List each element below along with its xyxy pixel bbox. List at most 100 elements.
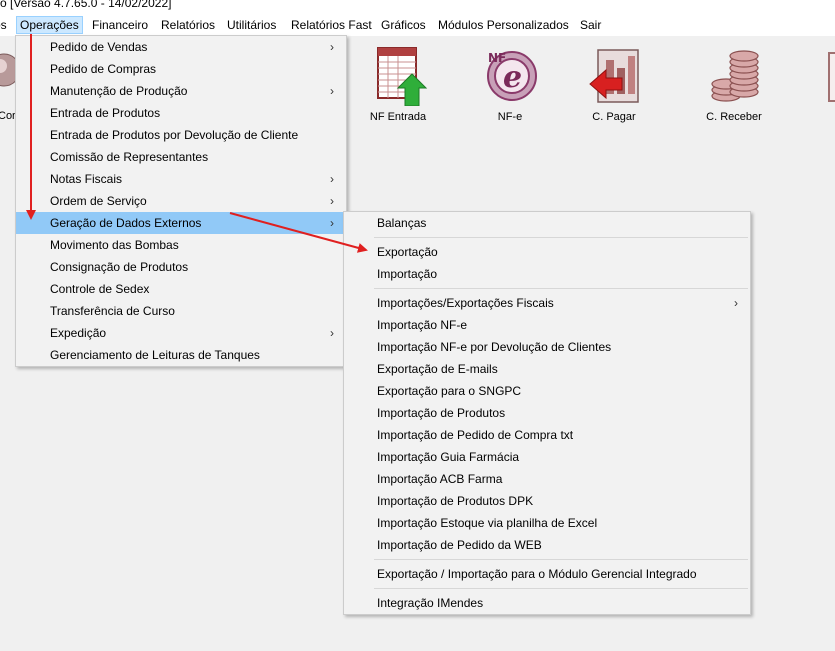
menu-item-controle-sedex[interactable]: Controle de Sedex <box>16 278 346 300</box>
tool-nf-entrada[interactable]: NF Entrada <box>358 44 438 123</box>
menu-item-label: Notas Fiscais <box>50 172 123 186</box>
submenu-arrow-icon: › <box>330 326 334 340</box>
tool-nf-entrada-label: NF Entrada <box>369 111 427 123</box>
menu-item-label: Importação de Pedido da WEB <box>377 538 542 552</box>
menu-item-label: Importação NF-e <box>377 318 468 332</box>
geracao-dados-externos-submenu: Balanças Exportação Importação Importaçõ… <box>343 211 751 615</box>
title-bar: o [Versão 4.7.65.0 - 14/02/2022] <box>0 0 835 14</box>
menu-item-ordem-servico[interactable]: Ordem de Serviço › <box>16 190 346 212</box>
submenu-item-exportacao[interactable]: Exportação <box>344 241 750 263</box>
menu-sair[interactable]: Sair <box>577 16 604 34</box>
submenu-item-fiscais[interactable]: Importações/Exportações Fiscais › <box>344 292 750 314</box>
menu-item-label: Exportação <box>377 245 438 259</box>
submenu-item-importacao[interactable]: Importação <box>344 263 750 285</box>
submenu-item-exportacao-emails[interactable]: Exportação de E-mails <box>344 358 750 380</box>
nf-entrada-icon <box>368 44 428 107</box>
menu-modulos-personalizados[interactable]: Módulos Personalizados <box>435 16 572 34</box>
menu-item-consignacao[interactable]: Consignação de Produtos <box>16 256 346 278</box>
menu-item-label: Importação NF-e por Devolução de Cliente… <box>377 340 612 354</box>
menu-item-label: Controle de Sedex <box>50 282 150 296</box>
menu-item-comissao[interactable]: Comissão de Representantes <box>16 146 346 168</box>
submenu-arrow-icon: › <box>330 40 334 54</box>
tool-contas-pagar-label: C. Pagar <box>592 111 636 123</box>
tool-nfe[interactable]: e NF NF-e <box>470 44 550 123</box>
menu-item-label: Exportação de E-mails <box>377 362 498 376</box>
menu-relatorios-fast[interactable]: Relatórios Fast <box>288 16 375 34</box>
submenu-arrow-icon: › <box>330 172 334 186</box>
contas-pagar-icon <box>584 44 644 106</box>
menu-item-label: Pedido de Vendas <box>50 40 148 54</box>
menu-item-expedicao[interactable]: Expedição › <box>16 322 346 344</box>
partial-right-tool-icon[interactable] <box>828 52 835 102</box>
menu-item-label: Geração de Dados Externos <box>50 216 202 230</box>
menu-item-label: Entrada de Produtos <box>50 106 161 120</box>
menu-item-leituras-tanques[interactable]: Gerenciamento de Leituras de Tanques <box>16 344 346 366</box>
menu-separator <box>344 556 750 563</box>
submenu-item-imendes[interactable]: Integração IMendes <box>344 592 750 614</box>
menu-item-label: Consignação de Produtos <box>50 260 189 274</box>
submenu-item-importacao-nfe-devolucao[interactable]: Importação NF-e por Devolução de Cliente… <box>344 336 750 358</box>
menu-financeiro[interactable]: Financeiro <box>89 16 151 34</box>
menu-operacoes[interactable]: Operações <box>16 16 83 34</box>
menu-separator <box>344 285 750 292</box>
menu-item-label: Gerenciamento de Leituras de Tanques <box>50 348 260 362</box>
submenu-arrow-icon: › <box>734 296 738 310</box>
menu-item-geracao-dados-externos[interactable]: Geração de Dados Externos › <box>16 212 346 234</box>
menu-item-label: Comissão de Representantes <box>50 150 209 164</box>
tool-contas-pagar[interactable]: C. Pagar <box>574 44 654 123</box>
operacoes-menu: Pedido de Vendas › Pedido de Compras Manu… <box>15 35 347 367</box>
submenu-item-importacao-pedido-txt[interactable]: Importação de Pedido de Compra txt <box>344 424 750 446</box>
menu-item-label: Exportação para o SNGPC <box>377 384 522 398</box>
submenu-item-modulo-gerencial[interactable]: Exportação / Importação para o Módulo Ge… <box>344 563 750 585</box>
menu-item-label: Importação Estoque via planilha de Excel <box>377 516 598 530</box>
menu-item-notas-fiscais[interactable]: Notas Fiscais › <box>16 168 346 190</box>
svg-text:e: e <box>503 60 522 95</box>
window-title: o [Versão 4.7.65.0 - 14/02/2022] <box>0 0 172 10</box>
menu-bar: os Operações Financeiro Relatórios Utili… <box>0 14 835 36</box>
submenu-arrow-icon: › <box>330 84 334 98</box>
menu-item-label: Importações/Exportações Fiscais <box>377 296 554 310</box>
menu-item-pedido-compras[interactable]: Pedido de Compras <box>16 58 346 80</box>
menu-graficos[interactable]: Gráficos <box>378 16 429 34</box>
menu-item-label: Importação de Produtos DPK <box>377 494 534 508</box>
submenu-item-balancas[interactable]: Balanças <box>344 212 750 234</box>
submenu-arrow-icon: › <box>330 216 334 230</box>
submenu-item-estoque-excel[interactable]: Importação Estoque via planilha de Excel <box>344 512 750 534</box>
submenu-item-exportacao-sngpc[interactable]: Exportação para o SNGPC <box>344 380 750 402</box>
submenu-item-importacao-produtos[interactable]: Importação de Produtos <box>344 402 750 424</box>
svg-text:NF: NF <box>488 51 506 65</box>
menu-item-transferencia-curso[interactable]: Transferência de Curso <box>16 300 346 322</box>
tool-contas-receber[interactable]: C. Receber <box>694 44 774 123</box>
submenu-item-acb-farma[interactable]: Importação ACB Farma <box>344 468 750 490</box>
menu-item-pedido-vendas[interactable]: Pedido de Vendas › <box>16 36 346 58</box>
menu-item-label: Integração IMendes <box>377 596 484 610</box>
submenu-item-pedido-web[interactable]: Importação de Pedido da WEB <box>344 534 750 556</box>
nfe-icon: e NF <box>480 44 540 106</box>
menu-item-label: Entrada de Produtos por Devolução de Cli… <box>50 128 299 142</box>
menu-item-movimento-bombas[interactable]: Movimento das Bombas <box>16 234 346 256</box>
tool-nfe-label: NF-e <box>497 111 523 123</box>
menu-item-label: Balanças <box>377 216 427 230</box>
menu-item-label: Importação Guia Farmácia <box>377 450 520 464</box>
menu-partial[interactable]: os <box>0 16 10 34</box>
menu-item-label: Movimento das Bombas <box>50 238 179 252</box>
menu-item-label: Expedição <box>50 326 107 340</box>
menu-separator <box>344 585 750 592</box>
menu-item-manutencao-producao[interactable]: Manutenção de Produção › <box>16 80 346 102</box>
submenu-item-guia-farmacia[interactable]: Importação Guia Farmácia <box>344 446 750 468</box>
menu-item-entrada-produtos[interactable]: Entrada de Produtos <box>16 102 346 124</box>
contas-receber-icon <box>704 44 764 106</box>
menu-item-label: Exportação / Importação para o Módulo Ge… <box>377 567 697 581</box>
submenu-item-produtos-dpk[interactable]: Importação de Produtos DPK <box>344 490 750 512</box>
menu-item-label: Pedido de Compras <box>50 62 157 76</box>
submenu-arrow-icon: › <box>330 194 334 208</box>
tool-contas-receber-label: C. Receber <box>706 111 762 123</box>
menu-item-label: Importação de Produtos <box>377 406 506 420</box>
menu-relatorios[interactable]: Relatórios <box>158 16 218 34</box>
menu-item-label: Importação de Pedido de Compra txt <box>377 428 574 442</box>
menu-item-entrada-devolucao[interactable]: Entrada de Produtos por Devolução de Cli… <box>16 124 346 146</box>
menu-item-label: Transferência de Curso <box>50 304 175 318</box>
menu-item-label: Ordem de Serviço <box>50 194 147 208</box>
submenu-item-importacao-nfe[interactable]: Importação NF-e <box>344 314 750 336</box>
menu-utilitarios[interactable]: Utilitários <box>224 16 279 34</box>
